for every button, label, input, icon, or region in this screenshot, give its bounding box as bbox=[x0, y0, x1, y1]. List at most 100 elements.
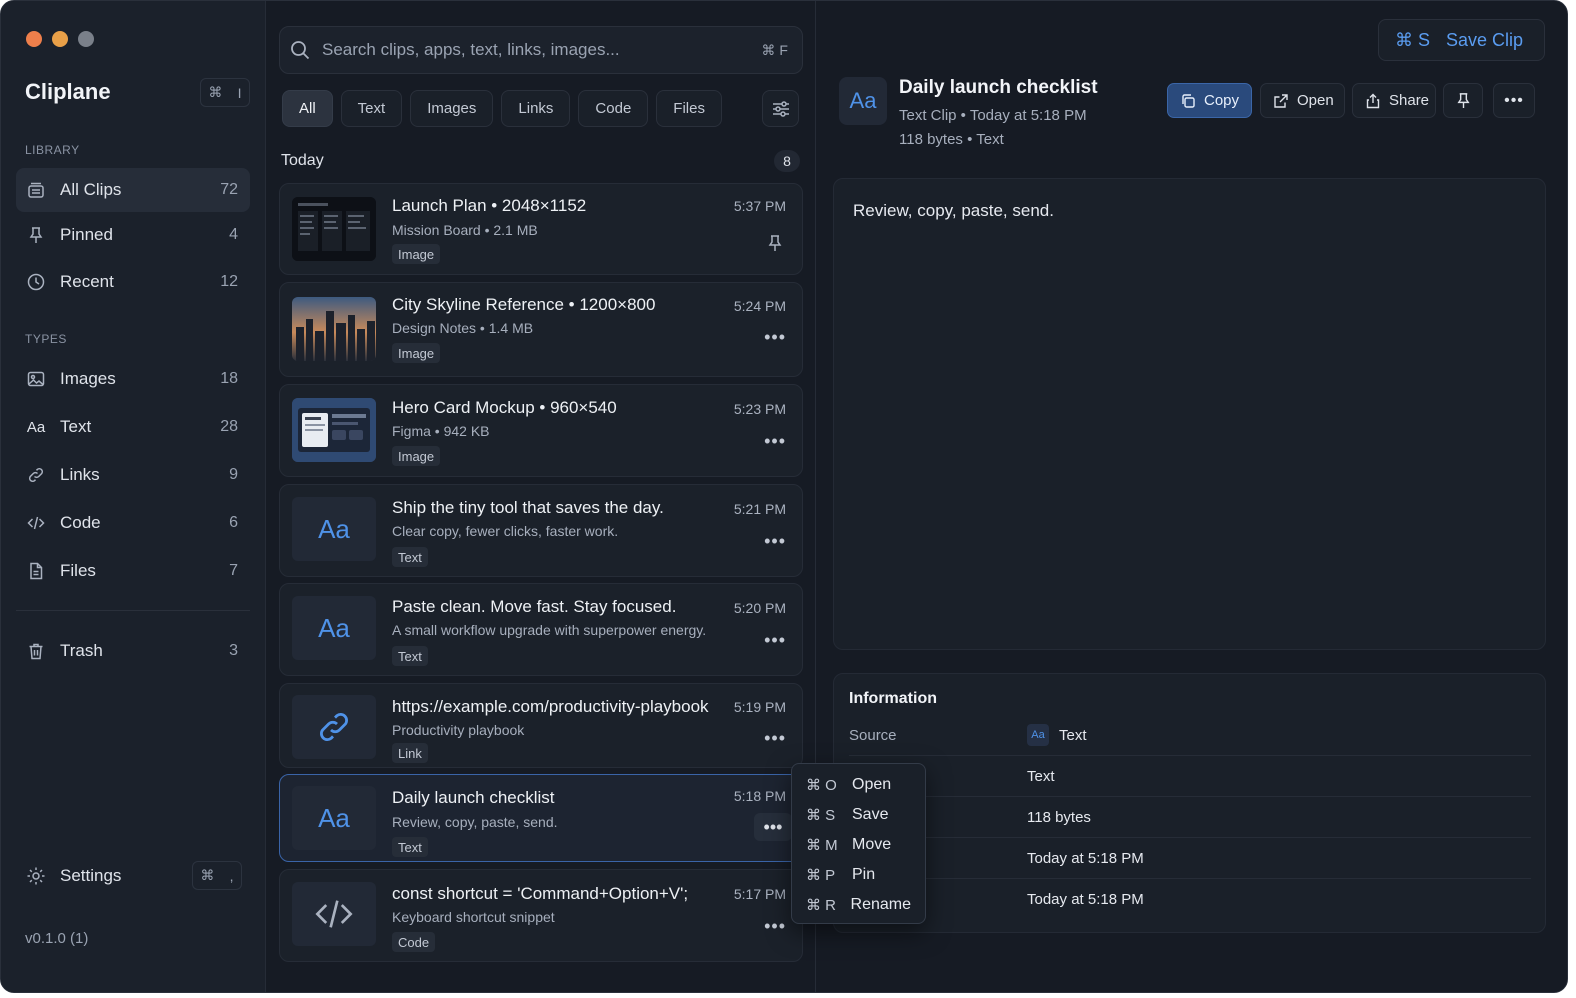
filter-links[interactable]: Links bbox=[501, 90, 571, 127]
sidebar-item-count: 6 bbox=[229, 514, 238, 531]
clip-card[interactable]: City Skyline Reference • 1200×800 Design… bbox=[279, 282, 803, 377]
library-section-label: LIBRARY bbox=[25, 143, 80, 157]
clip-time: 5:37 PM bbox=[733, 198, 786, 214]
sidebar-item-links[interactable]: Links 9 bbox=[16, 453, 250, 497]
sidebar-item-count: 18 bbox=[220, 370, 238, 387]
pin-icon[interactable] bbox=[766, 234, 784, 257]
clip-card[interactable]: Aa Ship the tiny tool that saves the day… bbox=[279, 484, 803, 577]
more-options-button[interactable]: ••• bbox=[764, 728, 786, 749]
save-shortcut: ⌘ S bbox=[1395, 29, 1431, 50]
app-window: Cliplane ⌘ I LIBRARY All Clips 72 Pinned… bbox=[0, 0, 1568, 993]
clip-thumbnail: Aa bbox=[292, 786, 376, 850]
sidebar: Cliplane ⌘ I LIBRARY All Clips 72 Pinned… bbox=[1, 1, 266, 992]
sidebar-item-images[interactable]: Images 18 bbox=[16, 357, 250, 401]
text-type-icon: Aa bbox=[1027, 724, 1049, 746]
more-options-button[interactable]: ••• bbox=[764, 630, 786, 651]
app-title: Cliplane bbox=[25, 79, 111, 104]
clock-icon bbox=[26, 272, 46, 292]
clip-time: 5:23 PM bbox=[733, 401, 786, 417]
sidebar-item-recent[interactable]: Recent 12 bbox=[16, 260, 250, 304]
clip-time: 5:24 PM bbox=[733, 298, 786, 314]
search-input[interactable]: Search clips, apps, text, links, images.… bbox=[322, 40, 762, 60]
detail-size: 118 bytes • Text bbox=[899, 131, 1004, 148]
clip-card[interactable]: Launch Plan • 2048×1152 Mission Board • … bbox=[279, 183, 803, 275]
clip-time: 5:19 PM bbox=[733, 699, 786, 715]
copy-icon bbox=[1180, 92, 1196, 110]
sidebar-item-count: 4 bbox=[229, 226, 238, 243]
zoom-window-button[interactable] bbox=[78, 31, 94, 47]
filter-settings-button[interactable] bbox=[762, 90, 799, 127]
more-actions-button[interactable]: ••• bbox=[1493, 83, 1535, 118]
info-value: 118 bytes bbox=[1027, 808, 1091, 826]
more-options-button[interactable]: ••• bbox=[764, 327, 786, 348]
clip-card[interactable]: Aa Paste clean. Move fast. Stay focused.… bbox=[279, 583, 803, 676]
sidebar-item-count: 12 bbox=[220, 273, 238, 290]
sidebar-item-count: 72 bbox=[220, 181, 238, 198]
clip-title: https://example.com/productivity-playboo… bbox=[392, 697, 709, 716]
clip-type-tag: Link bbox=[392, 743, 428, 763]
menu-label: Save bbox=[852, 806, 889, 823]
clip-subtitle: Clear copy, fewer clicks, faster work. bbox=[392, 523, 619, 539]
clip-card[interactable]: Hero Card Mockup • 960×540 Figma • 942 K… bbox=[279, 384, 803, 477]
menu-item-open[interactable]: ⌘ O Open bbox=[792, 770, 925, 800]
info-value: Aa Text bbox=[1027, 724, 1087, 746]
clip-card[interactable]: const shortcut = 'Command+Option+V'; Key… bbox=[279, 869, 803, 962]
save-clip-button[interactable]: ⌘ S Save Clip bbox=[1378, 19, 1545, 61]
more-options-button[interactable]: ••• bbox=[764, 916, 786, 937]
more-options-button[interactable]: ••• bbox=[764, 431, 786, 452]
clip-preview[interactable]: Review, copy, paste, send. bbox=[833, 178, 1546, 650]
sidebar-item-code[interactable]: Code 6 bbox=[16, 501, 250, 545]
clip-title: Paste clean. Move fast. Stay focused. bbox=[392, 597, 677, 616]
filter-code[interactable]: Code bbox=[578, 90, 649, 127]
clip-subtitle: Productivity playbook bbox=[392, 722, 525, 738]
clip-title: const shortcut = 'Command+Option+V'; bbox=[392, 884, 689, 903]
sidebar-item-label: Text bbox=[60, 417, 92, 436]
gear-icon bbox=[26, 866, 46, 886]
information-panel: Information Source Aa Text Type Text Siz… bbox=[833, 673, 1546, 933]
sidebar-item-files[interactable]: Files 7 bbox=[16, 549, 250, 593]
search-shortcut: ⌘ F bbox=[761, 41, 788, 58]
filter-all[interactable]: All bbox=[282, 90, 333, 127]
sidebar-item-label: Images bbox=[60, 369, 116, 388]
clip-subtitle: A small workflow upgrade with superpower… bbox=[392, 622, 707, 638]
link-icon bbox=[320, 713, 348, 741]
group-count-badge: 8 bbox=[774, 150, 800, 172]
close-window-button[interactable] bbox=[26, 31, 42, 47]
copy-button[interactable]: Copy bbox=[1167, 83, 1252, 118]
info-value: Today at 5:18 PM bbox=[1027, 891, 1144, 908]
clip-card-selected[interactable]: Aa Daily launch checklist Review, copy, … bbox=[279, 774, 803, 862]
command-key: ⌘ bbox=[200, 867, 215, 883]
menu-item-rename[interactable]: ⌘ R Rename bbox=[792, 890, 925, 920]
minimize-window-button[interactable] bbox=[52, 31, 68, 47]
menu-label: Move bbox=[852, 836, 892, 853]
more-options-button[interactable]: ••• bbox=[754, 813, 792, 841]
pin-button[interactable] bbox=[1443, 83, 1483, 118]
menu-item-save[interactable]: ⌘ S Save bbox=[792, 800, 925, 830]
app-shortcut-badge[interactable]: ⌘ I bbox=[200, 78, 250, 107]
app-version: v0.1.0 (1) bbox=[25, 930, 89, 947]
clip-card[interactable]: https://example.com/productivity-playboo… bbox=[279, 683, 803, 768]
more-options-button[interactable]: ••• bbox=[764, 531, 786, 552]
search-icon bbox=[290, 40, 310, 60]
share-button[interactable]: Share bbox=[1352, 83, 1436, 118]
menu-item-pin[interactable]: ⌘ P Pin bbox=[792, 860, 925, 890]
window-controls bbox=[26, 31, 94, 47]
detail-meta: Text Clip • Today at 5:18 PM bbox=[899, 107, 1087, 124]
sidebar-item-trash[interactable]: Trash 3 bbox=[16, 629, 250, 673]
open-button[interactable]: Open bbox=[1260, 83, 1345, 118]
clip-list-pane: Search clips, apps, text, links, images.… bbox=[267, 1, 816, 992]
sidebar-item-text[interactable]: Aa Text 28 bbox=[16, 405, 250, 449]
text-clip-icon: Aa bbox=[318, 612, 350, 643]
command-key: ⌘ bbox=[208, 84, 223, 100]
sidebar-item-pinned[interactable]: Pinned 4 bbox=[16, 213, 250, 257]
search-field[interactable]: Search clips, apps, text, links, images.… bbox=[279, 26, 803, 74]
sidebar-item-label: Files bbox=[60, 561, 96, 580]
share-icon bbox=[1365, 92, 1381, 110]
text-icon: Aa bbox=[26, 418, 46, 436]
filter-images[interactable]: Images bbox=[410, 90, 494, 127]
filter-files[interactable]: Files bbox=[656, 90, 722, 127]
sidebar-item-all-clips[interactable]: All Clips 72 bbox=[16, 168, 250, 212]
menu-item-move[interactable]: ⌘ M Move bbox=[792, 830, 925, 860]
filter-text[interactable]: Text bbox=[340, 90, 403, 127]
code-icon bbox=[315, 900, 353, 928]
